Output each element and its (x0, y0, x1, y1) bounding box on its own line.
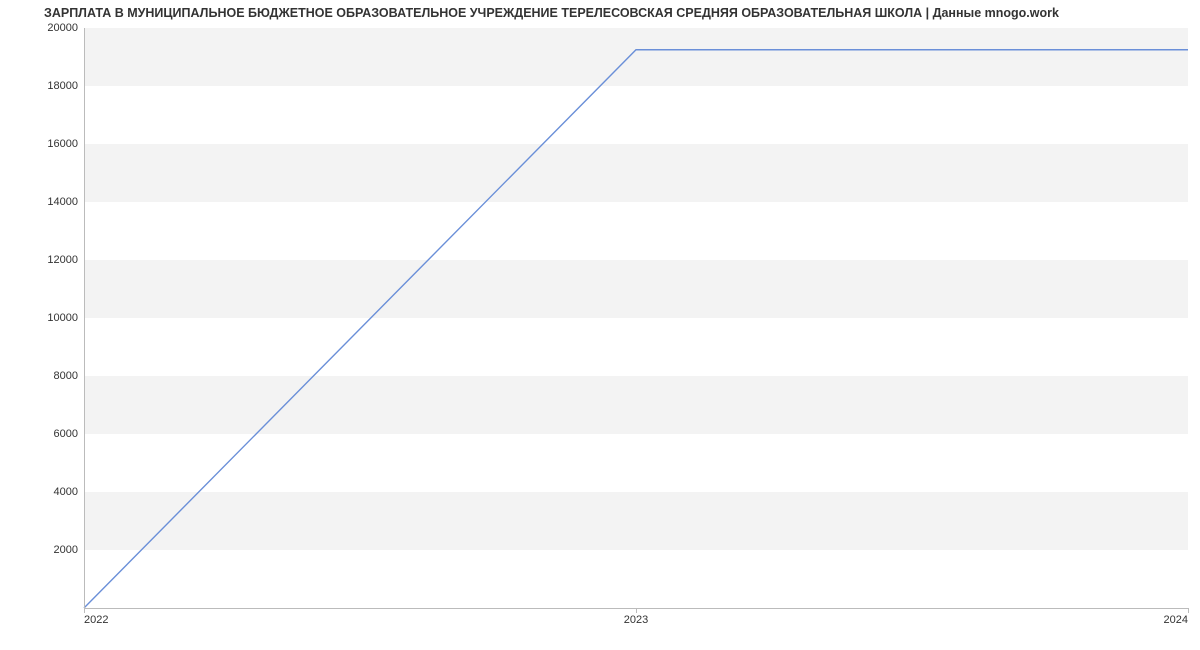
x-tick-label: 2023 (624, 614, 648, 626)
y-axis-line (84, 28, 85, 608)
chart-title: ЗАРПЛАТА В МУНИЦИПАЛЬНОЕ БЮДЖЕТНОЕ ОБРАЗ… (44, 6, 1059, 20)
y-tick-label: 16000 (18, 138, 78, 150)
y-tick-label: 20000 (18, 22, 78, 34)
y-tick-label: 18000 (18, 80, 78, 92)
x-tick-label: 2024 (1164, 614, 1188, 626)
x-tick-mark (1188, 608, 1189, 613)
y-tick-label: 10000 (18, 312, 78, 324)
y-tick-label: 2000 (18, 544, 78, 556)
x-tick-mark (636, 608, 637, 613)
y-tick-label: 14000 (18, 196, 78, 208)
y-tick-label: 4000 (18, 486, 78, 498)
line-series (84, 28, 1188, 608)
y-tick-label: 12000 (18, 254, 78, 266)
y-tick-label: 8000 (18, 370, 78, 382)
y-tick-label: 6000 (18, 428, 78, 440)
plot-area (84, 28, 1188, 608)
x-tick-mark (84, 608, 85, 613)
x-tick-label: 2022 (84, 614, 108, 626)
